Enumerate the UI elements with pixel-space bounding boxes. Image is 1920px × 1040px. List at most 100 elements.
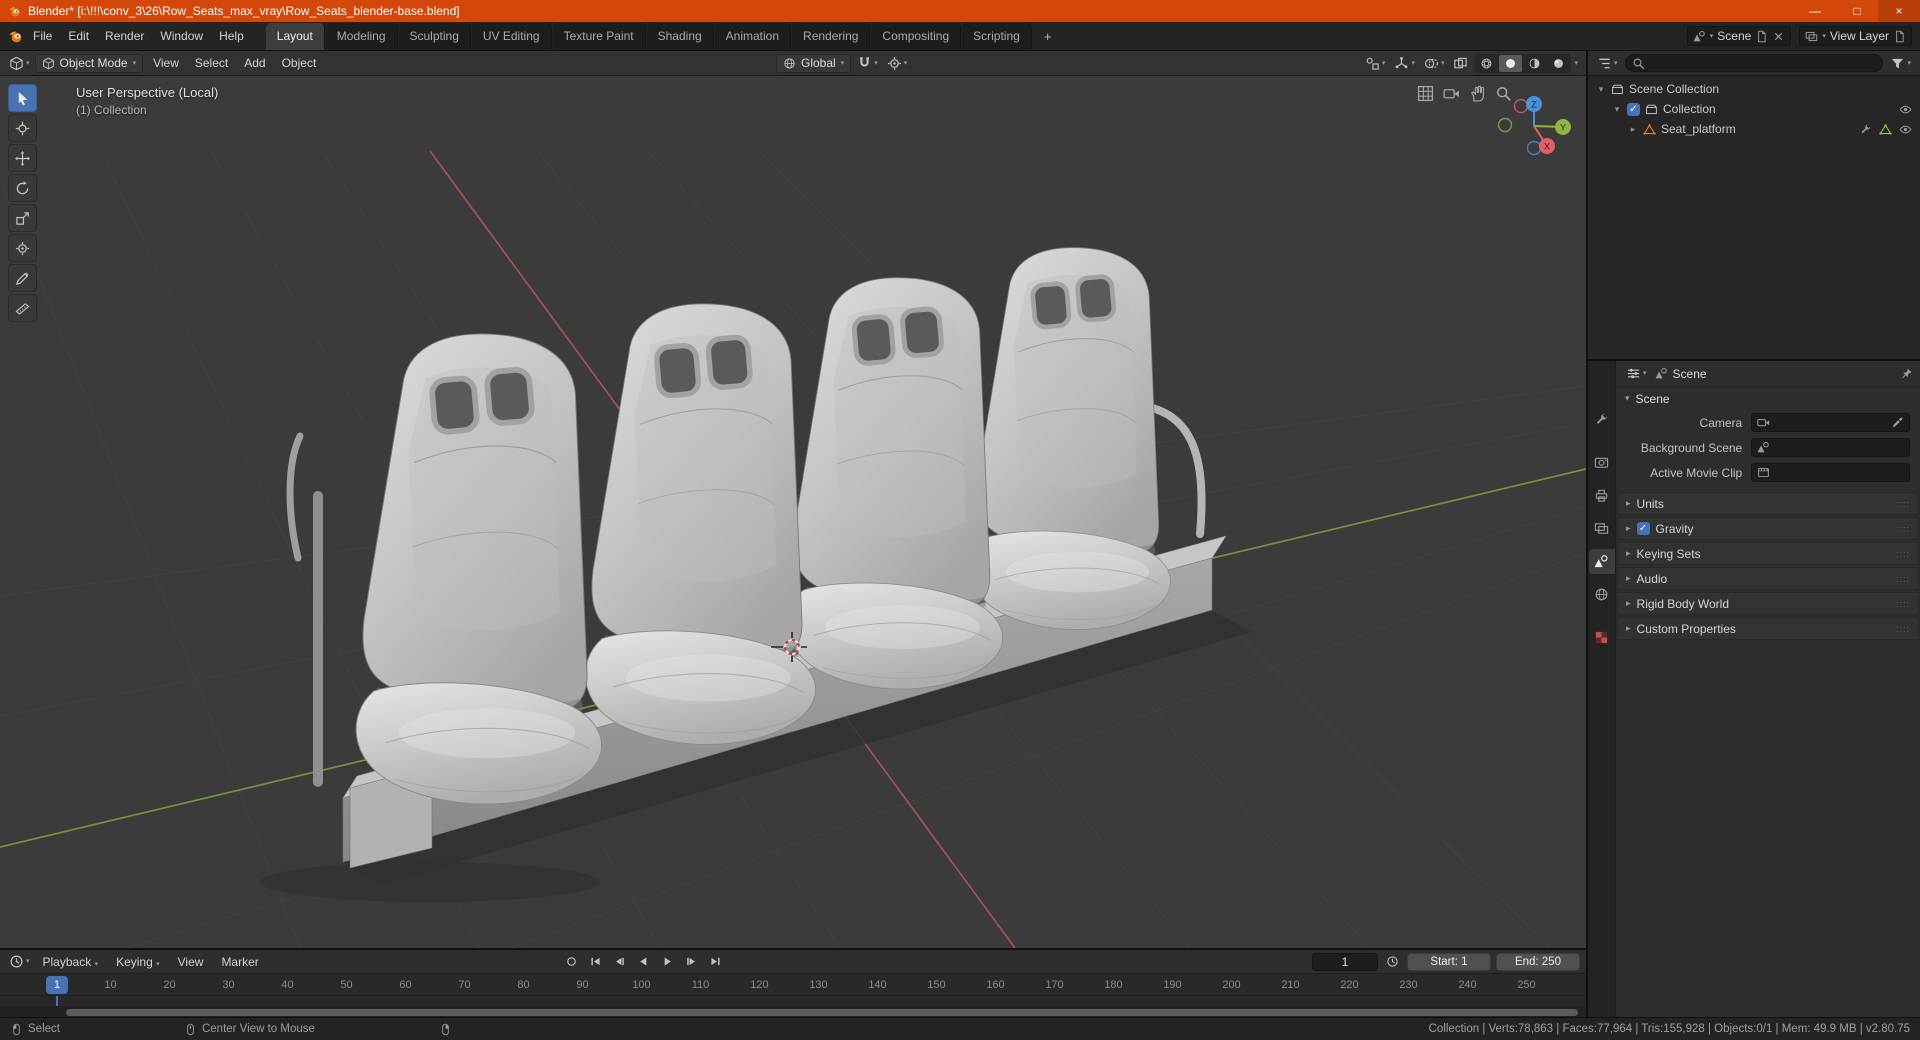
workspace-tab[interactable]: UV Editing	[471, 23, 552, 50]
view-layer-selector[interactable]: ▾ View Layer	[1799, 26, 1912, 46]
viewport-3d[interactable]: User Perspective (Local) (1) Collection	[0, 76, 1586, 948]
shading-rendered-button[interactable]	[1547, 55, 1570, 72]
new-view-layer-icon[interactable]	[1893, 30, 1906, 43]
timeline-menu-playback[interactable]: Playback ▾	[35, 952, 107, 972]
show-object-types-button[interactable]: ▾	[1362, 54, 1389, 73]
unlink-scene-icon[interactable]	[1772, 30, 1785, 43]
new-scene-icon[interactable]	[1755, 30, 1768, 43]
shading-material-button[interactable]	[1523, 55, 1546, 72]
navigation-gizmo[interactable]: Z Y X	[1492, 80, 1576, 164]
gizmo-z-label[interactable]: Z	[1531, 100, 1537, 110]
gizmo-y-label[interactable]: Y	[1560, 123, 1566, 133]
grid-ortho-icon[interactable]	[1417, 85, 1434, 102]
workspace-tab[interactable]: Animation	[714, 23, 792, 50]
tool-select-box[interactable]	[8, 84, 37, 112]
viewport-menu-item[interactable]: Select	[187, 53, 236, 73]
tab-world-properties[interactable]	[1589, 582, 1615, 607]
shading-wireframe-button[interactable]	[1475, 55, 1498, 72]
pan-hand-icon[interactable]	[1469, 85, 1486, 102]
viewport-menu-item[interactable]: Object	[274, 53, 325, 73]
workspace-tab[interactable]: Layout	[265, 23, 325, 50]
main-menu-item[interactable]: Edit	[60, 26, 97, 46]
scene-section-header[interactable]: ▾ Scene	[1616, 387, 1920, 410]
outliner-filter-button[interactable]: ▾	[1887, 54, 1914, 73]
pin-icon[interactable]	[1900, 367, 1913, 380]
tool-annotate[interactable]	[8, 264, 37, 292]
panel-rigid-body-world[interactable]: ▸ Rigid Body World ::::	[1617, 592, 1919, 615]
viewport-menu-item[interactable]: View	[145, 53, 187, 73]
panel-custom-properties[interactable]: ▸ Custom Properties ::::	[1617, 617, 1919, 640]
playhead[interactable]: 1	[46, 976, 68, 994]
tool-move[interactable]	[8, 144, 37, 172]
show-overlays-button[interactable]: ▾	[1421, 54, 1448, 73]
tool-measure[interactable]	[8, 294, 37, 322]
frame-start-field[interactable]: Start: 1	[1406, 952, 1491, 971]
playhead-line[interactable]	[56, 996, 58, 1006]
timeline-menu-marker[interactable]: Marker	[213, 952, 266, 972]
outliner-row-scene-collection[interactable]: ▾ Scene Collection	[1588, 79, 1920, 99]
transform-orientation-selector[interactable]: Global ▾	[775, 53, 852, 73]
workspace-tab[interactable]: Shading	[646, 23, 714, 50]
next-keyframe-button[interactable]	[681, 953, 702, 971]
gravity-checkbox[interactable]: ✓	[1636, 522, 1650, 535]
main-menu-item[interactable]: Window	[152, 26, 211, 46]
workspace-tab[interactable]: Texture Paint	[552, 23, 646, 50]
play-reverse-button[interactable]	[633, 953, 654, 971]
auto-keying-button[interactable]	[561, 953, 582, 971]
gizmo-x-label[interactable]: X	[1544, 142, 1550, 152]
camera-field[interactable]	[1751, 413, 1910, 432]
main-menu-item[interactable]: Render	[97, 26, 152, 46]
use-preview-range-button[interactable]	[1383, 953, 1402, 970]
camera-view-icon[interactable]	[1443, 85, 1460, 102]
viewport-canvas[interactable]	[0, 76, 1586, 948]
xray-toggle[interactable]	[1450, 54, 1471, 73]
outliner-search-input[interactable]	[1624, 54, 1884, 72]
tool-rotate[interactable]	[8, 174, 37, 202]
tab-render-properties[interactable]	[1589, 450, 1615, 475]
shading-solid-button[interactable]	[1499, 54, 1523, 72]
main-menu-item[interactable]: File	[25, 26, 60, 46]
workspace-tab[interactable]: Modeling	[325, 23, 398, 50]
tool-scale[interactable]	[8, 204, 37, 232]
main-menu-item[interactable]: Help	[211, 26, 252, 46]
tab-texture-properties[interactable]	[1589, 625, 1615, 650]
timeline-scrollbar[interactable]	[66, 1009, 1578, 1016]
tab-view-layer-properties[interactable]	[1589, 516, 1615, 541]
blender-app-menu-icon[interactable]	[8, 29, 23, 44]
panel-units[interactable]: ▸ Units ::::	[1617, 492, 1919, 515]
outliner-row-collection[interactable]: ▾ ✓ Collection	[1588, 99, 1920, 119]
editor-type-selector[interactable]: ▾	[6, 54, 33, 73]
jump-to-end-button[interactable]	[705, 953, 726, 971]
panel-keying-sets[interactable]: ▸ Keying Sets ::::	[1617, 542, 1919, 565]
panel-audio[interactable]: ▸ Audio ::::	[1617, 567, 1919, 590]
tool-cursor[interactable]	[8, 114, 37, 142]
scene-selector[interactable]: ▾ Scene	[1686, 26, 1792, 46]
object-visibility-eye-icon[interactable]	[1899, 123, 1912, 136]
mesh-data-icon[interactable]	[1879, 123, 1892, 136]
timeline-menu-keying[interactable]: Keying ▾	[108, 952, 168, 972]
workspace-tab[interactable]: Sculpting	[398, 23, 471, 50]
tab-tool-properties[interactable]	[1589, 407, 1615, 432]
collection-checkbox[interactable]: ✓	[1627, 102, 1640, 116]
play-button[interactable]	[657, 953, 678, 971]
timeline-editor-type-selector[interactable]: ▾	[6, 952, 33, 971]
workspace-tab[interactable]: Scripting	[962, 23, 1032, 50]
tab-scene-properties[interactable]	[1588, 549, 1615, 574]
outliner-editor-type-selector[interactable]: ▾	[1594, 54, 1621, 73]
frame-end-field[interactable]: End: 250	[1495, 952, 1580, 971]
window-maximize-button[interactable]: □	[1836, 0, 1878, 22]
collection-visibility-eye-icon[interactable]	[1899, 103, 1912, 116]
previous-keyframe-button[interactable]	[609, 953, 630, 971]
snap-toggle[interactable]: ▾	[854, 54, 881, 73]
show-gizmo-button[interactable]: ▾	[1391, 54, 1418, 73]
proportional-editing-toggle[interactable]: ▾	[884, 54, 911, 73]
mode-selector[interactable]: Object Mode ▾	[34, 53, 144, 73]
current-frame-field[interactable]: 1	[1311, 952, 1378, 971]
tool-transform[interactable]	[8, 234, 37, 262]
outliner-row-seat-platform[interactable]: ▸ Seat_platform	[1588, 119, 1920, 139]
modifier-wrench-icon[interactable]	[1859, 123, 1872, 136]
eyedropper-icon[interactable]	[1891, 416, 1904, 429]
panel-gravity[interactable]: ▸ ✓ Gravity ::::	[1617, 517, 1919, 540]
window-minimize-button[interactable]: —	[1794, 0, 1836, 22]
timeline-track[interactable]	[0, 996, 1586, 1006]
